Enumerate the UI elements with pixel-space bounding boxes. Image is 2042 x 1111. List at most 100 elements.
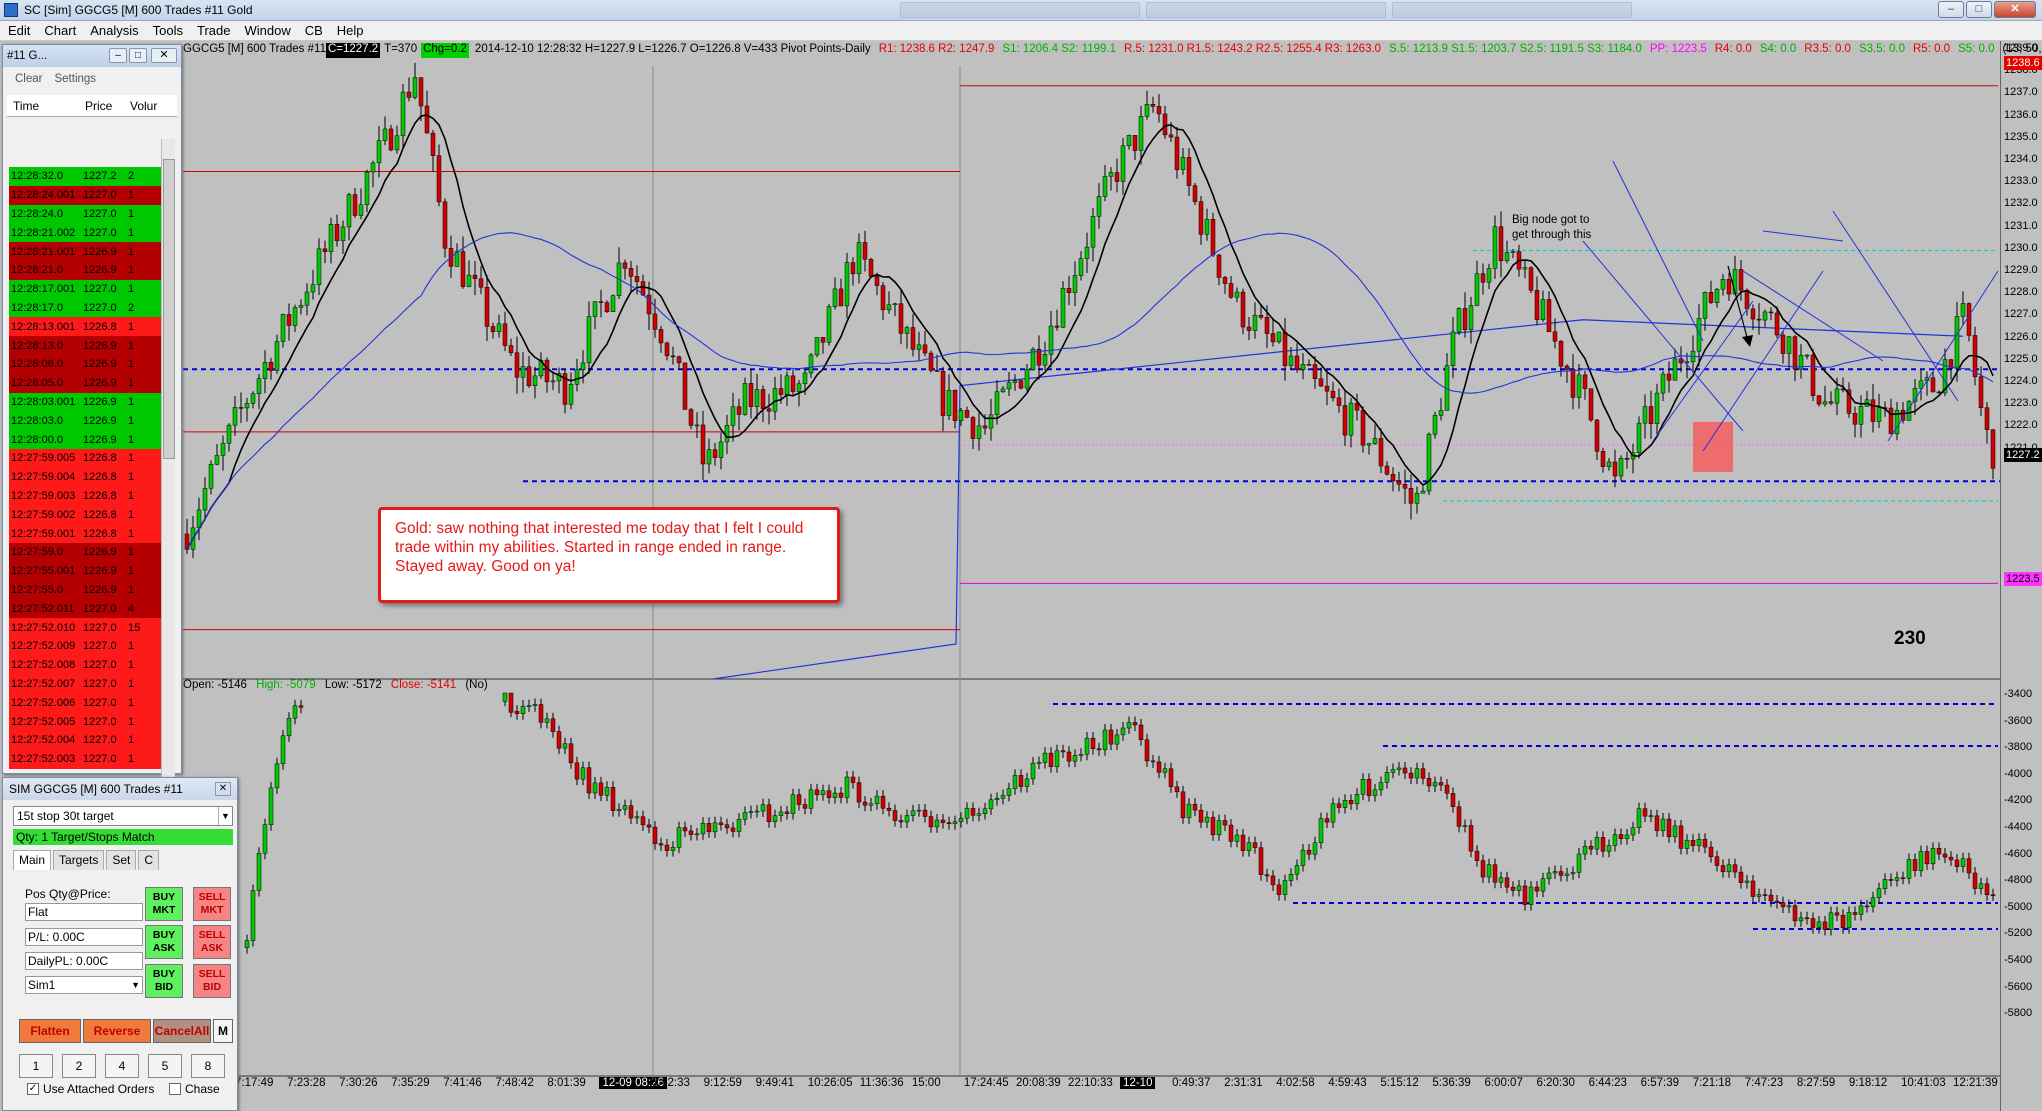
minimize-button[interactable]: – xyxy=(1938,1,1964,18)
tas-rows[interactable]: 12:28:32.0 1227.2 2 12:28:24.001 1227.0 1 12:2… xyxy=(9,167,164,769)
m-button[interactable]: M xyxy=(213,1019,233,1043)
chevron-down-icon[interactable]: ▼ xyxy=(218,807,232,825)
qty-8-button[interactable]: 8 xyxy=(191,1054,225,1078)
tab-c[interactable]: C xyxy=(138,850,160,870)
chevron-down-icon[interactable]: ▼ xyxy=(131,977,140,993)
osc-body xyxy=(970,808,976,816)
osc-body xyxy=(1366,779,1372,796)
tas-col-volume[interactable]: Volur xyxy=(124,99,162,113)
buy-mkt-button[interactable]: BUY MKT xyxy=(145,887,183,921)
osc-body xyxy=(298,705,304,708)
menu-help[interactable]: Help xyxy=(333,23,374,38)
last-price-tag: 1227.2 xyxy=(2004,448,2042,462)
tas-col-price[interactable]: Price xyxy=(79,99,124,113)
time-axis-label: 15:00 xyxy=(911,1077,941,1089)
osc-body xyxy=(1990,894,1996,896)
osc-body xyxy=(1000,795,1006,799)
tas-row: 12:27:52.010 1227.0 15 xyxy=(9,618,164,637)
strategy-select[interactable]: 15t stop 30t target ▼ xyxy=(13,806,233,826)
tas-volume: 1 xyxy=(128,433,135,446)
tas-scrollbar[interactable] xyxy=(161,139,175,794)
candle-body xyxy=(1186,157,1192,186)
qty-2-button[interactable]: 2 xyxy=(62,1054,96,1078)
tas-price: 1226.9 xyxy=(83,395,117,408)
pivot-pp-tag: 1223.5 xyxy=(2004,572,2042,586)
osc-open: Open: -5146 xyxy=(183,679,247,691)
candle-body xyxy=(988,414,994,429)
use-attached-checkbox[interactable]: ✓ Use Attached Orders xyxy=(27,1082,154,1096)
tas-close-button[interactable]: ✕ xyxy=(151,48,177,63)
tas-col-time[interactable]: Time xyxy=(7,99,79,113)
osc-body xyxy=(994,798,1000,801)
tas-price: 1227.0 xyxy=(83,207,117,220)
qty-4-button[interactable]: 4 xyxy=(105,1054,139,1078)
qty-5-button[interactable]: 5 xyxy=(148,1054,182,1078)
osc-body xyxy=(1786,905,1792,908)
osc-body xyxy=(1078,754,1084,756)
osc-body xyxy=(1864,905,1870,908)
trade-title: SIM GGCG5 [M] 600 Trades #11 xyxy=(9,782,183,796)
candle-body xyxy=(1282,331,1288,367)
time-axis-label: 9:12:59 xyxy=(703,1077,742,1089)
osc-body xyxy=(1342,800,1348,808)
candle-body xyxy=(790,375,796,392)
tas-minimize-button[interactable]: – xyxy=(109,48,127,63)
candle-body xyxy=(1810,354,1816,396)
chase-checkbox[interactable]: Chase xyxy=(169,1082,220,1096)
tas-clear-button[interactable]: Clear xyxy=(15,73,42,89)
trade-close-button[interactable]: ✕ xyxy=(215,782,231,796)
checkmark-icon[interactable]: ✓ xyxy=(27,1083,39,1095)
osc-body xyxy=(544,718,550,723)
candle-body xyxy=(358,204,364,216)
tab-main[interactable]: Main xyxy=(13,850,52,870)
osc-body xyxy=(1462,825,1468,827)
tas-volume: 1 xyxy=(128,527,135,540)
osc-body xyxy=(1300,849,1306,866)
trade-count: T=370 xyxy=(384,43,418,55)
time-axis-label: 8:27:59 xyxy=(1796,1077,1836,1089)
candle-body xyxy=(1156,106,1162,115)
osc-body xyxy=(856,782,862,803)
tas-row: 12:27:55.0 1226.9 1 xyxy=(9,580,164,600)
close-button[interactable]: ✕ xyxy=(1994,1,2036,18)
tab-targets[interactable]: Targets xyxy=(53,850,105,870)
buy-bid-button[interactable]: BUY BID xyxy=(145,964,183,998)
osc-body xyxy=(1486,864,1492,878)
candle-body xyxy=(874,276,880,286)
menu-window[interactable]: Window xyxy=(240,23,300,38)
sell-bid-button[interactable]: SELL BID xyxy=(193,964,231,998)
tas-price: 1227.0 xyxy=(83,301,117,314)
osc-body xyxy=(1330,803,1336,823)
menu-analysis[interactable]: Analysis xyxy=(86,23,148,38)
tas-settings-button[interactable]: Settings xyxy=(54,73,96,89)
tas-restore-button[interactable]: □ xyxy=(129,48,147,63)
osc-body xyxy=(1072,755,1078,762)
osc-body xyxy=(1648,815,1654,818)
menu-tools[interactable]: Tools xyxy=(149,23,193,38)
osc-body xyxy=(1930,848,1936,865)
osc-axis-label: -3800 xyxy=(2004,741,2033,754)
maximize-button[interactable]: □ xyxy=(1966,1,1992,18)
osc-body xyxy=(1138,724,1144,740)
qty-1-button[interactable]: 1 xyxy=(19,1054,53,1078)
candle-body xyxy=(1330,390,1336,399)
flatten-button[interactable]: Flatten xyxy=(19,1019,81,1043)
menu-chart[interactable]: Chart xyxy=(40,23,86,38)
osc-body xyxy=(1288,874,1294,881)
tas-scroll-thumb[interactable] xyxy=(163,159,175,459)
account-select[interactable]: Sim1 ▼ xyxy=(25,976,143,994)
buy-ask-button[interactable]: BUY ASK xyxy=(145,925,183,959)
menu-trade[interactable]: Trade xyxy=(193,23,240,38)
menu-edit[interactable]: Edit xyxy=(4,23,40,38)
time-axis-label: 10:26:05 xyxy=(807,1077,853,1089)
osc-body xyxy=(1090,737,1096,750)
candle-body xyxy=(1240,291,1246,328)
reverse-button[interactable]: Reverse xyxy=(83,1019,151,1043)
menu-cb[interactable]: CB xyxy=(301,23,333,38)
sell-ask-button[interactable]: SELL ASK xyxy=(193,925,231,959)
sell-mkt-button[interactable]: SELL MKT xyxy=(193,887,231,921)
osc-body xyxy=(1924,851,1930,865)
tab-set[interactable]: Set xyxy=(106,850,137,870)
tas-row: 12:27:52.009 1227.0 1 xyxy=(9,636,164,656)
cancel-all-button[interactable]: CancelAll xyxy=(153,1019,211,1043)
